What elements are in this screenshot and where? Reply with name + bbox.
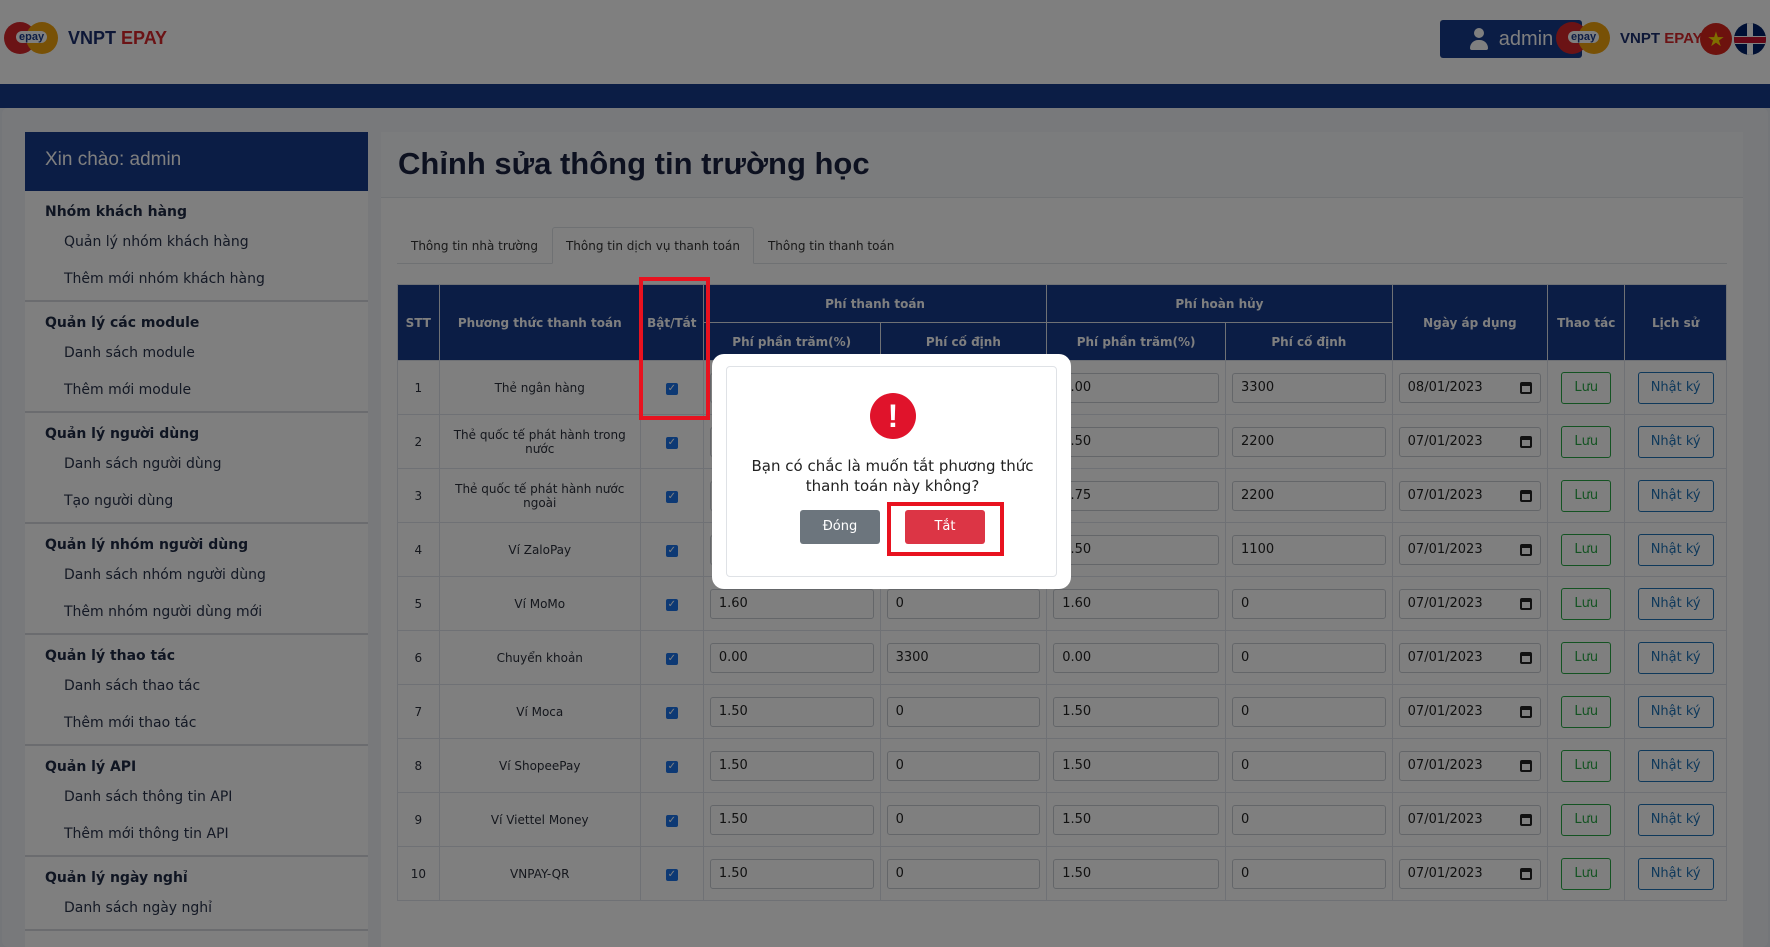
exclamation-icon: ! [870, 393, 916, 439]
highlight-toggle-column [639, 277, 710, 420]
highlight-turn-off-button [887, 502, 1004, 556]
dialog-message: Bạn có chắc là muốn tắt phương thức than… [751, 457, 1034, 495]
close-button[interactable]: Đóng [800, 510, 880, 544]
